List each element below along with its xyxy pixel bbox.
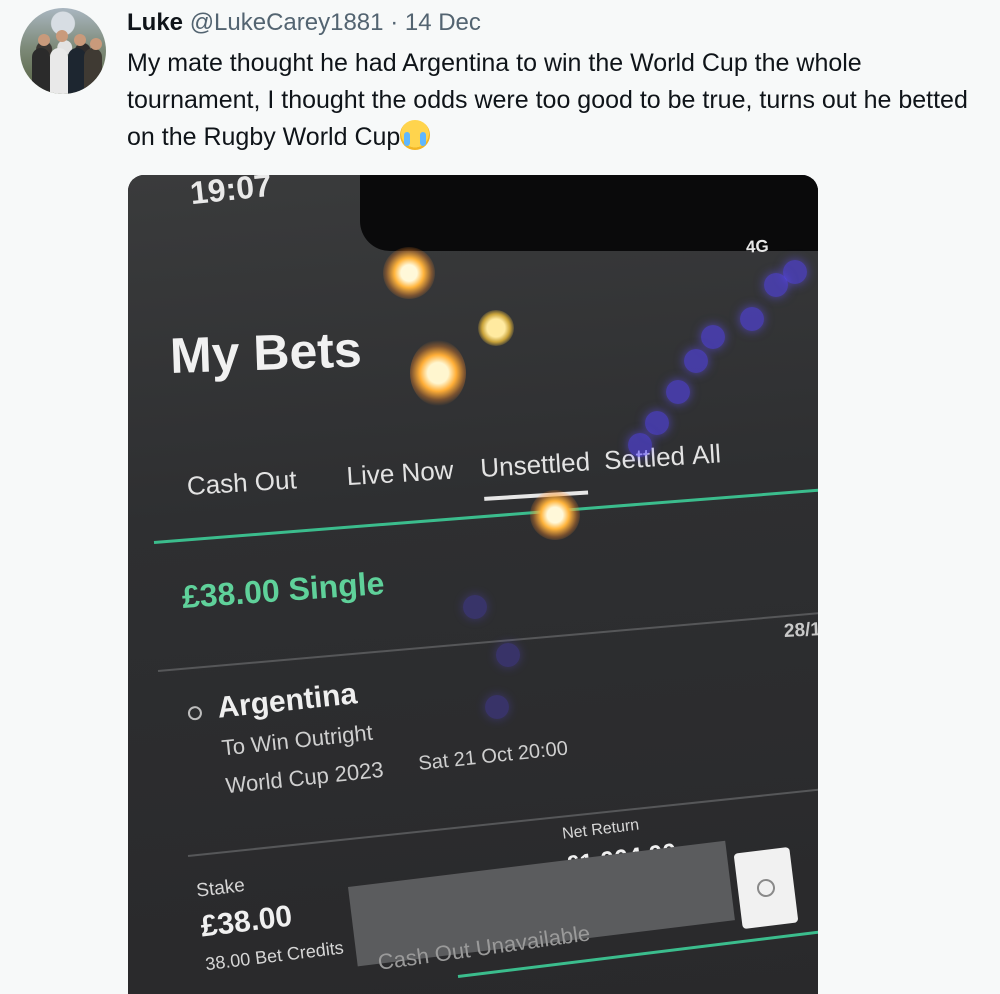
tweet-header: Luke @LukeCarey1881 · 14 Dec bbox=[127, 8, 481, 38]
tweet-body: My mate thought he had Argentina to win … bbox=[127, 49, 968, 151]
bet-settings-button[interactable] bbox=[733, 846, 799, 930]
selection-market: To Win Outright bbox=[220, 719, 374, 761]
selection-name: Argentina bbox=[215, 677, 359, 725]
status-time: 19:07 bbox=[188, 175, 274, 212]
bokeh-light bbox=[684, 349, 708, 373]
bet-credits: 38.00 Bet Credits bbox=[204, 937, 345, 975]
bokeh-light bbox=[496, 643, 520, 667]
bet-title: £38.00 Single bbox=[180, 564, 386, 615]
author-name[interactable]: Luke bbox=[127, 9, 183, 36]
selection-date: Sat 21 Oct 20:00 bbox=[417, 737, 569, 776]
network-indicator: 4G bbox=[745, 236, 770, 257]
net-return-label: Net Return bbox=[561, 816, 641, 843]
tab-live-now[interactable]: Live Now bbox=[346, 455, 455, 492]
bokeh-light bbox=[740, 307, 764, 331]
bet-odds: 28/1 bbox=[783, 619, 818, 642]
tweet-text: My mate thought he had Argentina to win … bbox=[127, 45, 977, 156]
bet-divider bbox=[157, 610, 818, 672]
active-tab-indicator bbox=[484, 490, 589, 501]
bokeh-light bbox=[764, 273, 788, 297]
meta-separator: · bbox=[390, 9, 399, 36]
screen-title: My Bets bbox=[169, 321, 363, 384]
gear-icon bbox=[755, 877, 777, 899]
tab-all[interactable]: All bbox=[691, 438, 722, 471]
bokeh-light bbox=[645, 411, 669, 435]
tab-cash-out[interactable]: Cash Out bbox=[186, 464, 298, 502]
stake-label: Stake bbox=[195, 875, 247, 902]
selection-status-icon bbox=[187, 705, 203, 721]
tweet: Luke @LukeCarey1881 · 14 Dec My mate tho… bbox=[0, 0, 1000, 994]
selection-event: World Cup 2023 bbox=[224, 756, 385, 799]
tweet-date[interactable]: 14 Dec bbox=[405, 9, 481, 36]
tab-unsettled[interactable]: Unsettled bbox=[479, 446, 591, 484]
bokeh-light bbox=[485, 695, 509, 719]
bokeh-light bbox=[628, 433, 652, 457]
author-handle[interactable]: @LukeCarey1881 bbox=[190, 9, 384, 36]
stake-value: £38.00 bbox=[198, 899, 294, 944]
loudly-crying-face-icon bbox=[400, 120, 431, 150]
avatar[interactable] bbox=[20, 8, 106, 94]
tweet-photo[interactable]: 19:07 4G My Bets Cash Out Live Now Unset… bbox=[128, 175, 818, 994]
bokeh-light bbox=[701, 325, 725, 349]
bokeh-light bbox=[463, 595, 487, 619]
phone-screen: 19:07 4G My Bets Cash Out Live Now Unset… bbox=[128, 175, 818, 994]
bokeh-light bbox=[666, 380, 690, 404]
